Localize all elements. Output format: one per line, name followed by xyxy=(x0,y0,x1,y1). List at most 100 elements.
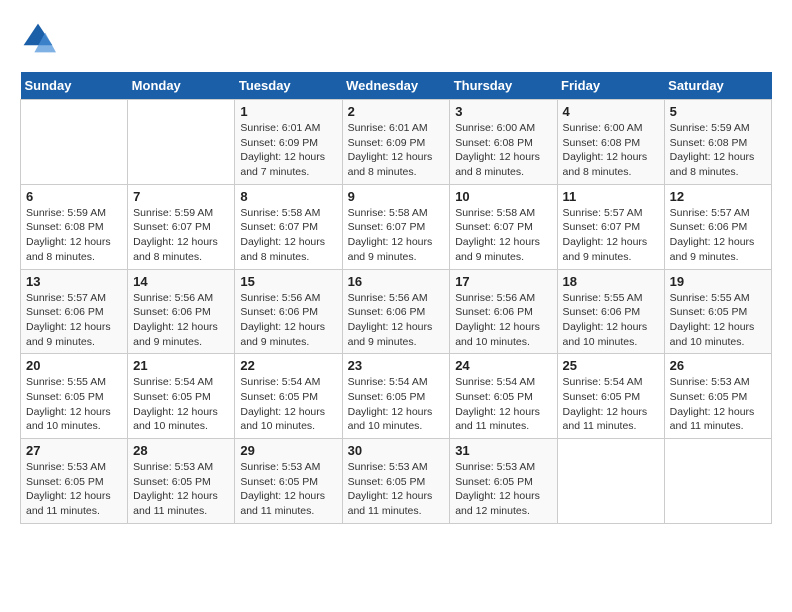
calendar-cell: 30 Sunrise: 5:53 AM Sunset: 6:05 PM Dayli… xyxy=(342,439,450,524)
calendar-cell: 17Sunrise: 5:56 AM Sunset: 6:06 PM Dayli… xyxy=(450,269,557,354)
calendar-cell: 10 Sunrise: 5:58 AM Sunset: 6:07 PM Dayli… xyxy=(450,184,557,269)
day-number: 13 xyxy=(26,274,122,289)
day-info: Sunrise: 5:54 AM Sunset: 6:05 PM Dayligh… xyxy=(240,375,336,434)
calendar-cell: 9 Sunrise: 5:58 AM Sunset: 6:07 PM Daylig… xyxy=(342,184,450,269)
calendar-week-1: 1Sunrise: 6:01 AM Sunset: 6:09 PM Daylig… xyxy=(21,100,772,185)
day-info: Sunrise: 5:56 AM Sunset: 6:06 PM Dayligh… xyxy=(240,291,336,350)
calendar-table: SundayMondayTuesdayWednesdayThursdayFrid… xyxy=(20,72,772,524)
day-number: 7 xyxy=(133,189,229,204)
day-number: 19 xyxy=(670,274,766,289)
logo xyxy=(20,20,60,56)
day-number: 8 xyxy=(240,189,336,204)
day-number: 12 xyxy=(670,189,766,204)
weekday-header-sunday: Sunday xyxy=(21,72,128,100)
day-number: 11 xyxy=(563,189,659,204)
calendar-cell xyxy=(664,439,771,524)
calendar-week-4: 20 Sunrise: 5:55 AM Sunset: 6:05 PM Dayli… xyxy=(21,354,772,439)
weekday-header-monday: Monday xyxy=(128,72,235,100)
calendar-cell: 25Sunrise: 5:54 AM Sunset: 6:05 PM Dayli… xyxy=(557,354,664,439)
calendar-week-5: 27 Sunrise: 5:53 AM Sunset: 6:05 PM Dayli… xyxy=(21,439,772,524)
day-info: Sunrise: 5:55 AM Sunset: 6:05 PM Dayligh… xyxy=(26,375,122,434)
day-info: Sunrise: 5:59 AM Sunset: 6:07 PM Dayligh… xyxy=(133,206,229,265)
calendar-cell: 13 Sunrise: 5:57 AM Sunset: 6:06 PM Dayli… xyxy=(21,269,128,354)
day-number: 23 xyxy=(348,358,445,373)
calendar-cell: 22 Sunrise: 5:54 AM Sunset: 6:05 PM Dayli… xyxy=(235,354,342,439)
calendar-cell: 1Sunrise: 6:01 AM Sunset: 6:09 PM Daylig… xyxy=(235,100,342,185)
day-info: Sunrise: 5:58 AM Sunset: 6:07 PM Dayligh… xyxy=(348,206,445,265)
day-number: 26 xyxy=(670,358,766,373)
calendar-cell xyxy=(21,100,128,185)
calendar-cell: 11 Sunrise: 5:57 AM Sunset: 6:07 PM Dayli… xyxy=(557,184,664,269)
day-number: 3 xyxy=(455,104,551,119)
day-info: Sunrise: 6:00 AM Sunset: 6:08 PM Dayligh… xyxy=(563,121,659,180)
calendar-cell xyxy=(557,439,664,524)
calendar-cell: 2 Sunrise: 6:01 AM Sunset: 6:09 PM Daylig… xyxy=(342,100,450,185)
calendar-cell: 3 Sunrise: 6:00 AM Sunset: 6:08 PM Daylig… xyxy=(450,100,557,185)
day-info: Sunrise: 5:57 AM Sunset: 6:07 PM Dayligh… xyxy=(563,206,659,265)
day-info: Sunrise: 5:53 AM Sunset: 6:05 PM Dayligh… xyxy=(133,460,229,519)
day-number: 18 xyxy=(563,274,659,289)
day-info: Sunrise: 5:56 AM Sunset: 6:06 PM Dayligh… xyxy=(348,291,445,350)
day-info: Sunrise: 5:59 AM Sunset: 6:08 PM Dayligh… xyxy=(26,206,122,265)
calendar-cell: 7 Sunrise: 5:59 AM Sunset: 6:07 PM Daylig… xyxy=(128,184,235,269)
day-number: 27 xyxy=(26,443,122,458)
day-number: 2 xyxy=(348,104,445,119)
calendar-cell: 14Sunrise: 5:56 AM Sunset: 6:06 PM Dayli… xyxy=(128,269,235,354)
day-info: Sunrise: 5:54 AM Sunset: 6:05 PM Dayligh… xyxy=(563,375,659,434)
calendar-cell: 4 Sunrise: 6:00 AM Sunset: 6:08 PM Daylig… xyxy=(557,100,664,185)
page-header xyxy=(20,20,772,56)
calendar-cell: 12 Sunrise: 5:57 AM Sunset: 6:06 PM Dayli… xyxy=(664,184,771,269)
calendar-cell: 27 Sunrise: 5:53 AM Sunset: 6:05 PM Dayli… xyxy=(21,439,128,524)
day-info: Sunrise: 6:01 AM Sunset: 6:09 PM Dayligh… xyxy=(348,121,445,180)
day-number: 16 xyxy=(348,274,445,289)
day-info: Sunrise: 5:53 AM Sunset: 6:05 PM Dayligh… xyxy=(348,460,445,519)
calendar-cell: 5 Sunrise: 5:59 AM Sunset: 6:08 PM Daylig… xyxy=(664,100,771,185)
day-info: Sunrise: 5:54 AM Sunset: 6:05 PM Dayligh… xyxy=(455,375,551,434)
day-number: 17 xyxy=(455,274,551,289)
day-number: 9 xyxy=(348,189,445,204)
calendar-cell: 31Sunrise: 5:53 AM Sunset: 6:05 PM Dayli… xyxy=(450,439,557,524)
day-info: Sunrise: 6:01 AM Sunset: 6:09 PM Dayligh… xyxy=(240,121,336,180)
day-info: Sunrise: 5:53 AM Sunset: 6:05 PM Dayligh… xyxy=(26,460,122,519)
calendar-cell: 15Sunrise: 5:56 AM Sunset: 6:06 PM Dayli… xyxy=(235,269,342,354)
day-info: Sunrise: 5:53 AM Sunset: 6:05 PM Dayligh… xyxy=(455,460,551,519)
day-number: 10 xyxy=(455,189,551,204)
day-info: Sunrise: 5:56 AM Sunset: 6:06 PM Dayligh… xyxy=(133,291,229,350)
day-number: 22 xyxy=(240,358,336,373)
day-info: Sunrise: 5:54 AM Sunset: 6:05 PM Dayligh… xyxy=(133,375,229,434)
day-info: Sunrise: 5:54 AM Sunset: 6:05 PM Dayligh… xyxy=(348,375,445,434)
calendar-cell: 21 Sunrise: 5:54 AM Sunset: 6:05 PM Dayli… xyxy=(128,354,235,439)
day-number: 24 xyxy=(455,358,551,373)
day-info: Sunrise: 5:58 AM Sunset: 6:07 PM Dayligh… xyxy=(455,206,551,265)
calendar-cell: 28 Sunrise: 5:53 AM Sunset: 6:05 PM Dayli… xyxy=(128,439,235,524)
calendar-week-3: 13 Sunrise: 5:57 AM Sunset: 6:06 PM Dayli… xyxy=(21,269,772,354)
calendar-cell: 8 Sunrise: 5:58 AM Sunset: 6:07 PM Daylig… xyxy=(235,184,342,269)
calendar-week-2: 6Sunrise: 5:59 AM Sunset: 6:08 PM Daylig… xyxy=(21,184,772,269)
calendar-cell: 23 Sunrise: 5:54 AM Sunset: 6:05 PM Dayli… xyxy=(342,354,450,439)
day-number: 29 xyxy=(240,443,336,458)
calendar-cell: 20 Sunrise: 5:55 AM Sunset: 6:05 PM Dayli… xyxy=(21,354,128,439)
weekday-header-saturday: Saturday xyxy=(664,72,771,100)
day-number: 21 xyxy=(133,358,229,373)
day-info: Sunrise: 5:59 AM Sunset: 6:08 PM Dayligh… xyxy=(670,121,766,180)
calendar-cell: 18Sunrise: 5:55 AM Sunset: 6:06 PM Dayli… xyxy=(557,269,664,354)
day-info: Sunrise: 5:53 AM Sunset: 6:05 PM Dayligh… xyxy=(670,375,766,434)
calendar-cell xyxy=(128,100,235,185)
day-number: 20 xyxy=(26,358,122,373)
day-number: 30 xyxy=(348,443,445,458)
day-info: Sunrise: 5:58 AM Sunset: 6:07 PM Dayligh… xyxy=(240,206,336,265)
weekday-header-thursday: Thursday xyxy=(450,72,557,100)
calendar-cell: 24 Sunrise: 5:54 AM Sunset: 6:05 PM Dayli… xyxy=(450,354,557,439)
calendar-cell: 29Sunrise: 5:53 AM Sunset: 6:05 PM Dayli… xyxy=(235,439,342,524)
day-info: Sunrise: 5:57 AM Sunset: 6:06 PM Dayligh… xyxy=(670,206,766,265)
day-number: 28 xyxy=(133,443,229,458)
logo-icon xyxy=(20,20,56,56)
day-number: 5 xyxy=(670,104,766,119)
weekday-header-friday: Friday xyxy=(557,72,664,100)
day-info: Sunrise: 5:57 AM Sunset: 6:06 PM Dayligh… xyxy=(26,291,122,350)
calendar-cell: 6Sunrise: 5:59 AM Sunset: 6:08 PM Daylig… xyxy=(21,184,128,269)
day-info: Sunrise: 6:00 AM Sunset: 6:08 PM Dayligh… xyxy=(455,121,551,180)
day-number: 4 xyxy=(563,104,659,119)
calendar-cell: 26 Sunrise: 5:53 AM Sunset: 6:05 PM Dayli… xyxy=(664,354,771,439)
day-info: Sunrise: 5:55 AM Sunset: 6:05 PM Dayligh… xyxy=(670,291,766,350)
